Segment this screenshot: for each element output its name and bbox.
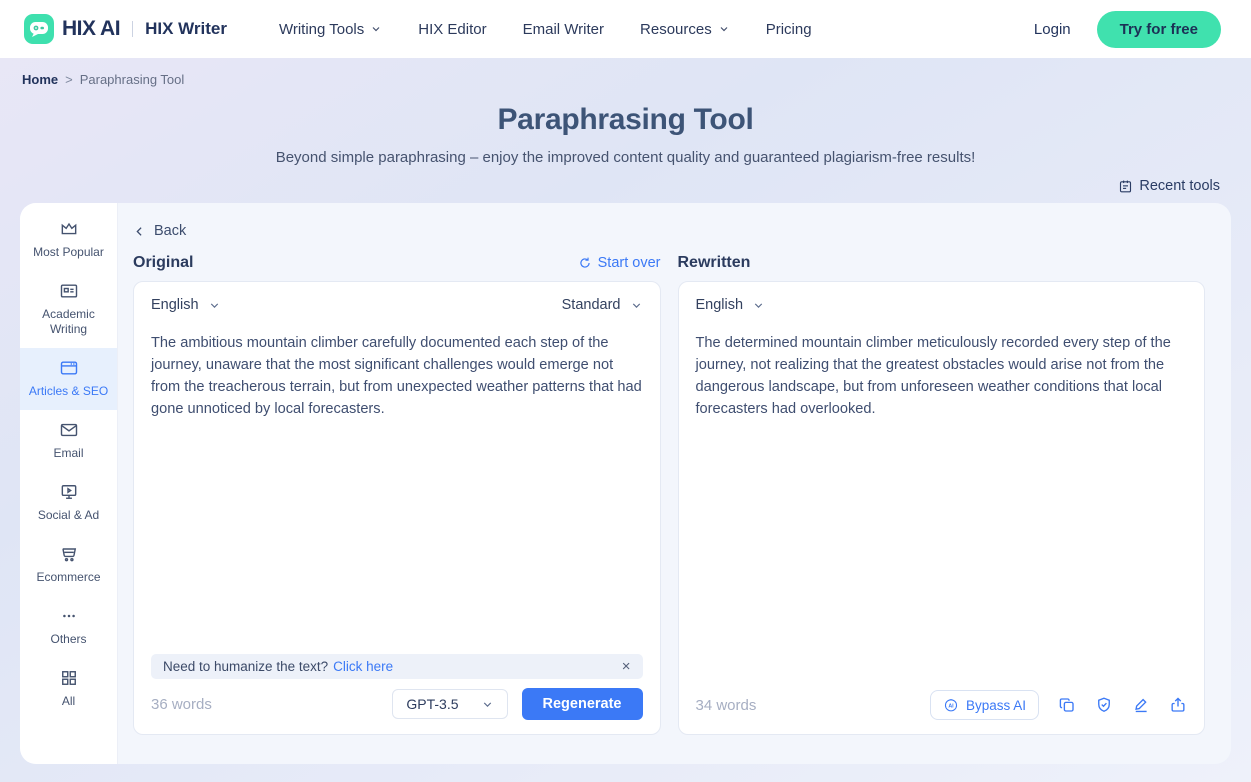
clipboard-icon (1118, 179, 1133, 194)
sidebar-item-academic-writing[interactable]: Academic Writing (20, 271, 117, 348)
sidebar-item-articles-seo[interactable]: Articles & SEO (20, 348, 117, 410)
regenerate-button[interactable]: Regenerate (522, 688, 643, 720)
nav-pricing[interactable]: Pricing (766, 21, 812, 38)
nav-writing-tools[interactable]: Writing Tools (279, 21, 382, 38)
sidebar-item-ecommerce[interactable]: Ecommerce (20, 534, 117, 596)
browser-window-icon (59, 358, 79, 378)
shopping-cart-icon (59, 544, 79, 564)
category-sidebar: Most Popular Academic Writing Articles &… (20, 203, 118, 764)
chevron-left-icon (133, 225, 146, 238)
breadcrumb-separator: > (65, 72, 73, 87)
breadcrumb: Home > Paraphrasing Tool (0, 58, 1251, 87)
breadcrumb-home[interactable]: Home (22, 72, 58, 87)
chevron-down-icon (370, 23, 382, 35)
tool-content: Back Original Start over Rewritten (118, 203, 1231, 764)
restart-icon (578, 256, 592, 270)
recent-tools-link[interactable]: Recent tools (1118, 178, 1220, 194)
edit-icon[interactable] (1132, 696, 1150, 714)
export-icon[interactable] (1169, 696, 1187, 714)
ai-badge-icon: AI (943, 697, 959, 713)
page-title: Paraphrasing Tool (0, 103, 1251, 137)
monitor-play-icon (59, 482, 79, 502)
login-link[interactable]: Login (1034, 21, 1071, 38)
id-card-icon (59, 281, 79, 301)
chevron-down-icon (630, 299, 643, 312)
back-button[interactable]: Back (133, 223, 1205, 239)
page-subtitle: Beyond simple paraphrasing – enjoy the i… (0, 149, 1251, 166)
humanize-banner: Need to humanize the text? Click here × (151, 654, 643, 679)
nav-resources[interactable]: Resources (640, 21, 730, 38)
bypass-ai-button[interactable]: AI Bypass AI (930, 690, 1039, 720)
paraphrase-mode-dropdown[interactable]: Standard (562, 297, 643, 313)
tool-panel: Most Popular Academic Writing Articles &… (20, 203, 1231, 764)
chevron-down-icon (208, 299, 221, 312)
humanize-prompt: Need to humanize the text? (163, 659, 328, 674)
nav-email-writer[interactable]: Email Writer (523, 21, 604, 38)
header-actions: Login Try for free (1034, 11, 1221, 48)
original-language-dropdown[interactable]: English (151, 297, 221, 313)
sidebar-item-social-ad[interactable]: Social & Ad (20, 472, 117, 534)
grid-icon (59, 668, 79, 688)
try-for-free-button[interactable]: Try for free (1097, 11, 1221, 48)
humanize-click-here-link[interactable]: Click here (333, 659, 393, 674)
chevron-down-icon (752, 299, 765, 312)
start-over-button[interactable]: Start over (578, 255, 661, 271)
chevron-down-icon (481, 698, 494, 711)
rewritten-heading: Rewritten (678, 254, 751, 271)
envelope-icon (59, 420, 79, 440)
original-card: English Standard The ambitious mountain … (133, 281, 661, 735)
hix-logo-icon (24, 14, 54, 44)
rewritten-card: English The determined mountain climber … (678, 281, 1206, 735)
top-navbar: HIX AI HIX Writer Writing Tools HIX Edit… (0, 0, 1251, 58)
svg-text:AI: AI (948, 703, 954, 709)
main-nav: Writing Tools HIX Editor Email Writer Re… (279, 21, 812, 38)
chevron-down-icon (718, 23, 730, 35)
crown-icon (59, 219, 79, 239)
rewritten-language-dropdown[interactable]: English (696, 297, 766, 313)
sidebar-item-others[interactable]: Others (20, 596, 117, 658)
rewritten-word-count: 34 words (696, 697, 757, 714)
product-name[interactable]: HIX Writer (145, 19, 227, 39)
sidebar-item-all[interactable]: All (20, 658, 117, 720)
sidebar-item-email[interactable]: Email (20, 410, 117, 472)
original-text-input[interactable]: The ambitious mountain climber carefully… (151, 332, 643, 420)
brand-name: HIX AI (62, 17, 120, 41)
ellipsis-icon (59, 606, 79, 626)
brand-logo[interactable]: HIX AI (24, 14, 120, 44)
divider (132, 21, 133, 37)
original-heading: Original (133, 254, 193, 272)
sidebar-item-most-popular[interactable]: Most Popular (20, 209, 117, 271)
breadcrumb-current: Paraphrasing Tool (80, 72, 185, 87)
close-icon[interactable]: × (622, 659, 631, 674)
shield-check-icon[interactable] (1095, 696, 1113, 714)
nav-hix-editor[interactable]: HIX Editor (418, 21, 486, 38)
original-word-count: 36 words (151, 696, 212, 713)
model-select-dropdown[interactable]: GPT-3.5 (392, 689, 507, 719)
rewritten-text-output: The determined mountain climber meticulo… (696, 332, 1188, 420)
copy-icon[interactable] (1058, 696, 1076, 714)
